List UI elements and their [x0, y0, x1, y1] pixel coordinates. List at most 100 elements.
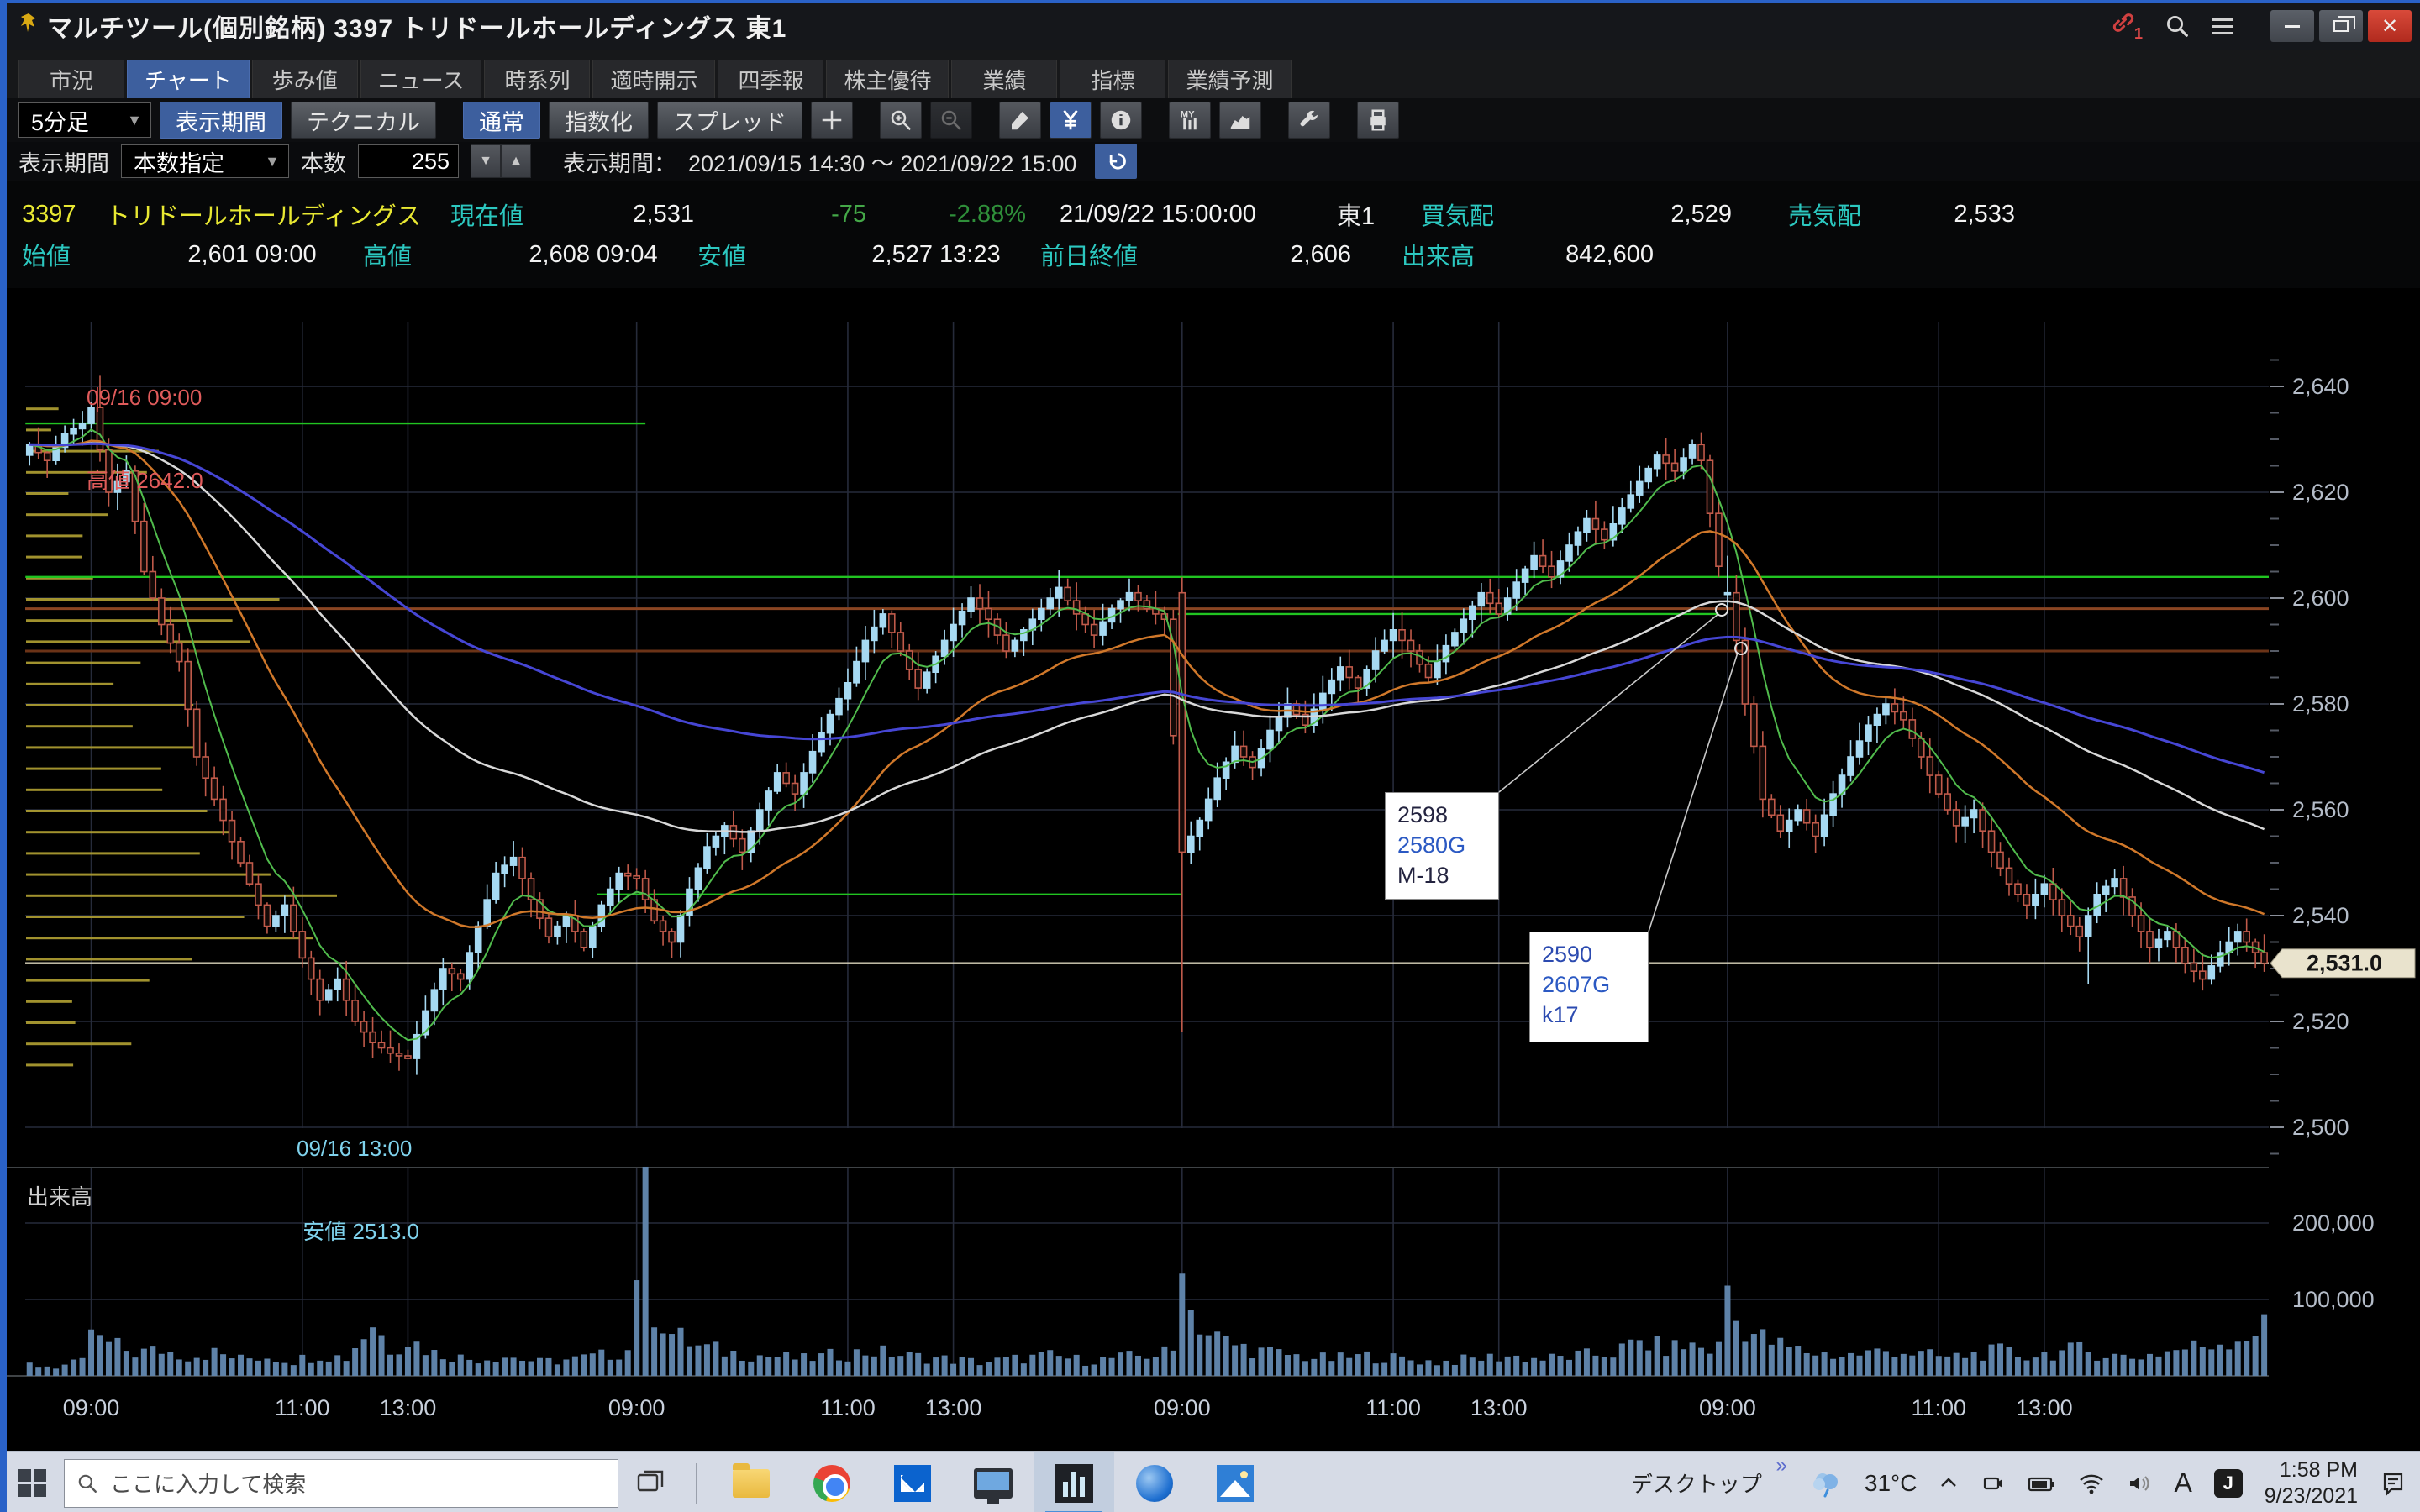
volume-value: 842,600: [1511, 241, 1654, 269]
taskbar-app-chart-app[interactable]: [1034, 1452, 1114, 1512]
toolbar-button[interactable]: 表示期間: [160, 102, 282, 139]
hidden-icons-chevron[interactable]: [1939, 1473, 1959, 1494]
tab-bar: 市況チャート歩み値ニュース時系列適時開示四季報株主優待業績指標業績予測: [7, 50, 2420, 98]
open-time: 09:00: [255, 241, 326, 269]
svg-text:2,540: 2,540: [2292, 903, 2349, 928]
high-label: 高値: [363, 237, 455, 272]
tab-1[interactable]: チャート: [127, 60, 250, 98]
svg-text:11:00: 11:00: [1911, 1395, 1966, 1420]
taskbar-app-media-app[interactable]: [1114, 1452, 1195, 1512]
callout-box-0[interactable]: 25982580GM-18: [1385, 792, 1499, 900]
stock-name: トリドールホールディングス: [106, 197, 450, 232]
taskbar-clock[interactable]: 1:58 PM 9/23/2021: [2265, 1457, 2358, 1509]
toolbar-button[interactable]: テクニカル: [291, 102, 436, 139]
camera-icon[interactable]: [1981, 1471, 2006, 1496]
desktop-toolbar[interactable]: デスクトップ »: [1631, 1467, 1787, 1499]
weather-icon[interactable]: [1809, 1467, 1843, 1500]
task-view-button[interactable]: [618, 1452, 682, 1512]
quote-panel: 3397 トリドールホールディングス 現在値 2,531 -75 -2.88% …: [7, 181, 2420, 288]
period-label: 表示期間: [18, 145, 109, 178]
count-decrement-button[interactable]: ▼: [471, 144, 501, 178]
app-window: マルチツール(個別銘柄) 3397 トリドールホールディングス 東1 1 ✕ 市…: [0, 0, 2420, 1512]
chevrons-icon: »: [1776, 1454, 1787, 1478]
windows-logo-icon: [18, 1469, 46, 1497]
current-price: 2,531: [551, 201, 694, 228]
svg-text:2,560: 2,560: [2292, 797, 2349, 822]
tab-2[interactable]: 歩み値: [252, 60, 358, 98]
zoom-in-icon[interactable]: [880, 102, 922, 139]
link-badge: 1: [2134, 25, 2143, 43]
link-icon[interactable]: 1: [2111, 10, 2143, 43]
tab-9[interactable]: 指標: [1060, 60, 1165, 98]
chevron-down-icon: ▼: [112, 112, 142, 129]
high-price: 2,608: [455, 241, 590, 269]
taskbar-app-file-explorer[interactable]: [711, 1452, 792, 1512]
svg-text:200,000: 200,000: [2292, 1210, 2375, 1236]
wrench-icon[interactable]: [1288, 102, 1330, 139]
minimize-button[interactable]: [2270, 10, 2314, 42]
svg-text:2,640: 2,640: [2292, 374, 2349, 399]
taskbar-search-input[interactable]: ここに入力して検索: [64, 1459, 618, 1508]
area-chart-icon[interactable]: [1219, 102, 1261, 139]
zoom-out-icon[interactable]: [930, 102, 972, 139]
toolbar-button[interactable]: 指数化: [549, 102, 649, 139]
ma-short-line: [29, 429, 2264, 1040]
ime-mode-a[interactable]: A: [2174, 1467, 2191, 1499]
reset-period-button[interactable]: [1095, 144, 1137, 179]
open-label: 始値: [22, 237, 114, 272]
wifi-icon[interactable]: [2078, 1473, 2105, 1494]
period-mode-value: 本数指定: [134, 145, 224, 178]
tab-7[interactable]: 株主優待: [826, 60, 949, 98]
low-price: 2,527: [790, 241, 933, 269]
taskbar-app-mail[interactable]: [872, 1452, 953, 1512]
close-button[interactable]: ✕: [2368, 10, 2412, 42]
printer-icon[interactable]: [1357, 102, 1399, 139]
tab-4[interactable]: 時系列: [484, 60, 590, 98]
period-mode-dropdown[interactable]: 本数指定 ▼: [121, 144, 289, 178]
tab-3[interactable]: ニュース: [360, 60, 482, 98]
maximize-button[interactable]: [2319, 10, 2363, 42]
prev-close: 2,606: [1192, 241, 1351, 269]
price-change-pct: -2.88%: [866, 201, 1026, 228]
svg-text:2,500: 2,500: [2292, 1115, 2349, 1140]
tab-8[interactable]: 業績: [951, 60, 1057, 98]
bar-count-input[interactable]: 255: [358, 144, 459, 178]
yen-icon[interactable]: [1050, 102, 1092, 139]
svg-text:13:00: 13:00: [1470, 1395, 1528, 1420]
search-icon[interactable]: [2165, 13, 2190, 39]
start-button[interactable]: [0, 1452, 64, 1512]
taskbar-app-photos[interactable]: [1195, 1452, 1276, 1512]
pencil-icon[interactable]: [999, 102, 1041, 139]
interval-dropdown[interactable]: 5分足 ▼: [18, 102, 151, 138]
toolbar-button[interactable]: 通常: [463, 102, 540, 139]
chart-panel[interactable]: 2,6402,6202,6002,5802,5602,5402,5202,500…: [7, 288, 2420, 1453]
tab-5[interactable]: 適時開示: [592, 60, 715, 98]
svg-text:09:00: 09:00: [63, 1395, 120, 1420]
bid-price: 2,529: [1513, 201, 1732, 228]
low-label: 安値: [697, 237, 790, 272]
open-price: 2,601: [114, 241, 249, 269]
volume-icon[interactable]: [2127, 1473, 2152, 1494]
taskbar-app-chrome[interactable]: [792, 1452, 872, 1512]
notification-center-icon[interactable]: [2380, 1470, 2407, 1497]
tab-10[interactable]: 業績予測: [1168, 60, 1291, 98]
taskbar-divider: [696, 1463, 697, 1504]
callout-box-1[interactable]: 25902607Gk17: [1529, 932, 1649, 1042]
task-view-icon: [635, 1468, 666, 1499]
tab-0[interactable]: 市況: [18, 60, 124, 98]
info-icon[interactable]: [1100, 102, 1142, 139]
battery-icon[interactable]: [2028, 1473, 2056, 1494]
count-increment-button[interactable]: ▲: [501, 144, 531, 178]
menu-icon[interactable]: [2212, 18, 2233, 34]
toolbar-button[interactable]: スプレッド: [657, 102, 802, 139]
my-chart-icon[interactable]: MY: [1169, 102, 1211, 139]
windows-taskbar: ここに入力して検索 デスクトップ » 31°C: [0, 1451, 2420, 1512]
tab-6[interactable]: 四季報: [718, 60, 823, 98]
ime-icon[interactable]: J: [2214, 1469, 2243, 1498]
ask-label: 売気配: [1788, 197, 1881, 232]
crosshair-icon[interactable]: [811, 102, 853, 139]
chart-toolbar: 5分足 ▼ 表示期間テクニカル通常指数化スプレッド MY: [7, 98, 2420, 142]
taskbar-app-remote-desktop[interactable]: [953, 1452, 1034, 1512]
clock-date: 9/23/2021: [2265, 1483, 2358, 1509]
temperature-label[interactable]: 31°C: [1865, 1470, 1918, 1497]
